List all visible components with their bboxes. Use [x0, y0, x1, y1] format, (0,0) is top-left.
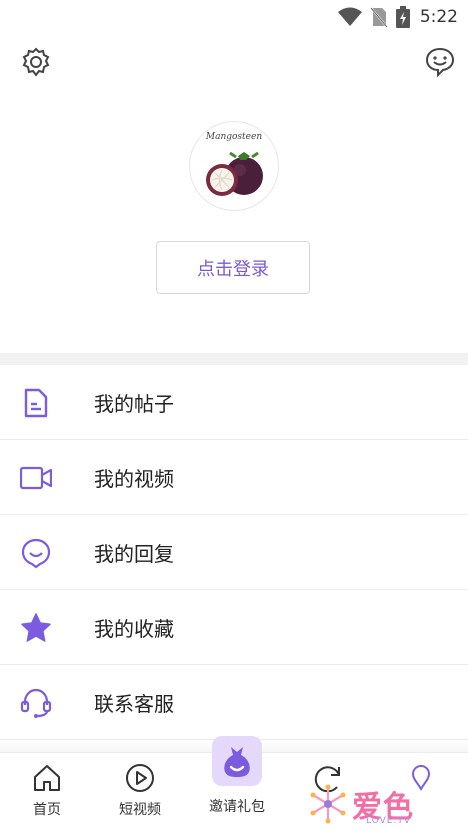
menu-item-label: 我的帖子: [94, 391, 174, 416]
headset-icon: [20, 688, 52, 718]
tab-invite-gift[interactable]: 邀请礼包: [202, 736, 272, 816]
tab-short-video[interactable]: 短视频: [105, 763, 175, 819]
avatar[interactable]: Mangosteen: [189, 121, 279, 211]
document-icon: [24, 388, 48, 418]
menu-item-customer-service[interactable]: 联系客服: [0, 665, 468, 740]
login-button[interactable]: 点击登录: [156, 241, 310, 294]
menu-item-my-videos[interactable]: 我的视频: [0, 440, 468, 515]
menu-item-label: 我的回复: [94, 541, 174, 566]
tab-home[interactable]: 首页: [12, 763, 82, 819]
home-icon: [34, 765, 60, 791]
section-divider: [0, 353, 468, 365]
menu-item-label: 联系客服: [94, 691, 174, 716]
status-bar: 5:22: [0, 0, 468, 34]
menu-item-my-favorites[interactable]: 我的收藏: [0, 590, 468, 665]
tab-label: 短视频: [119, 802, 161, 818]
menu-item-my-posts[interactable]: 我的帖子: [0, 365, 468, 440]
battery-charging-icon: [395, 6, 410, 28]
no-sim-icon: [370, 7, 388, 28]
snowflake-icon: [310, 784, 346, 824]
watermark-logo: 爱色 LOVE.TV: [306, 780, 436, 828]
mangosteen-logo: [206, 151, 263, 196]
gift-bag-icon: [224, 747, 250, 777]
menu-item-my-replies[interactable]: 我的回复: [0, 515, 468, 590]
status-time: 5:22: [419, 7, 458, 27]
menu-item-label: 我的视频: [94, 466, 174, 491]
status-icons: 5:22: [337, 4, 458, 30]
settings-button[interactable]: [20, 46, 52, 78]
smile-chat-icon: [21, 538, 51, 569]
play-circle-icon: [126, 764, 154, 792]
gear-icon: [22, 47, 50, 77]
menu-item-label: 我的收藏: [94, 616, 174, 641]
watermark-subtext: LOVE.TV: [366, 816, 411, 826]
tab-label: 首页: [33, 802, 61, 818]
chat-bubble-icon: [425, 47, 455, 78]
video-camera-icon: [20, 466, 52, 490]
star-icon: [21, 613, 51, 642]
message-button[interactable]: [424, 46, 456, 78]
invite-tile: [212, 736, 262, 786]
wifi-icon: [337, 7, 362, 26]
tab-label: 邀请礼包: [209, 799, 265, 815]
menu-list: 我的帖子 我的视频 我的回复 我的收藏 联系客服: [0, 365, 468, 740]
